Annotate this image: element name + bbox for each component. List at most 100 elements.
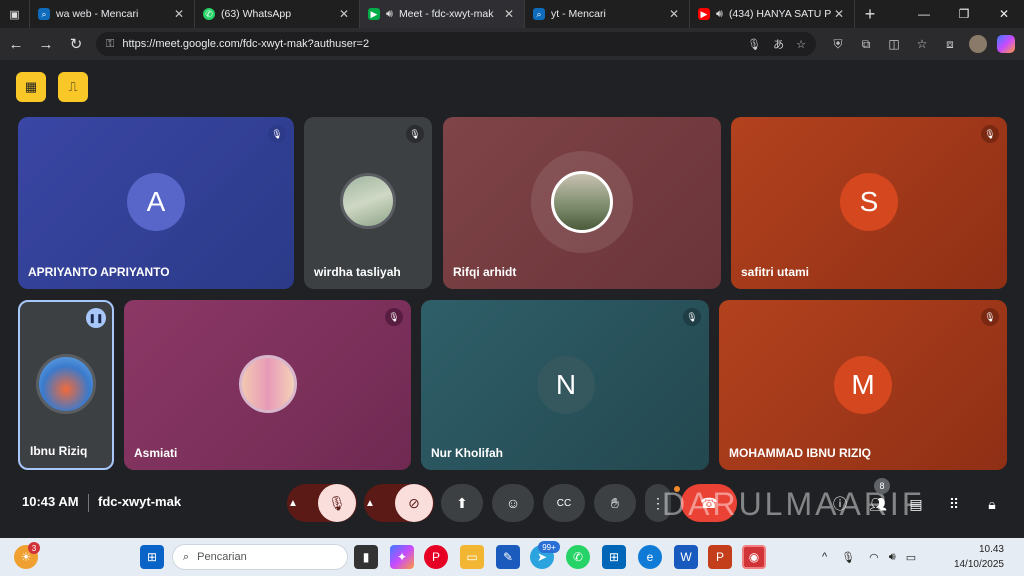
participant-tile[interactable]: 🎙︎ wirdha tasliyah [304,117,432,289]
participant-name: Nur Kholifah [431,446,503,460]
url-text[interactable]: https://meet.google.com/fdc-xwyt-mak?aut… [122,38,735,50]
camera-off-indicator-button[interactable]: ▦ [16,72,46,102]
microsoft-store-icon[interactable]: ⊞ [602,545,626,569]
chevron-up-icon: ▲ [288,497,298,509]
recorder-app-icon[interactable]: ◉ [742,545,766,569]
participant-tile[interactable]: 🎙︎ N Nur Kholifah [421,300,709,470]
profile-avatar[interactable] [964,32,992,56]
app-icon[interactable]: ✎ [496,545,520,569]
close-icon[interactable]: ✕ [337,7,351,21]
tab-wa-web[interactable]: ⌕ wa web - Mencari ✕ [30,0,195,28]
participant-tile-self[interactable]: ❚❚ Ibnu Riziq [18,300,114,470]
participant-name: MOHAMMAD IBNU RIZIQ [729,446,871,460]
participant-tile[interactable]: 🎙︎ S safitri utami [731,117,1007,289]
camera-off-icon[interactable]: ⊘ [395,484,433,522]
participant-tile[interactable]: 🎙︎ A APRIYANTO APRIYANTO [18,117,294,289]
avatar: M [834,356,892,414]
divider [88,494,89,512]
captions-button[interactable]: CC [543,484,585,522]
wifi-icon[interactable]: ◠ [869,551,879,564]
new-tab-button[interactable]: + [855,0,885,28]
minimize-button[interactable]: — [904,0,944,28]
search-icon: ⌕ [183,550,190,563]
powerpoint-icon[interactable]: P [708,545,732,569]
tab-actions-button[interactable]: ▣ [0,0,30,28]
people-button[interactable]: 👥︎ [864,490,892,518]
activities-button[interactable]: ⠿ [940,490,968,518]
mic-off-icon[interactable]: 🎙︎ [318,484,356,522]
taskbar-clock[interactable]: 10.43 14/10/2025 [954,542,1004,572]
chat-button[interactable]: ▤ [902,490,930,518]
edge-icon[interactable]: e [638,545,662,569]
close-icon[interactable]: ✕ [667,7,681,21]
clock-date: 14/10/2025 [953,559,1004,570]
shield-icon[interactable]: ⛨ [824,32,852,56]
restore-button[interactable]: ❐ [944,0,984,28]
extensions-bar: ⛨ ⧉ ◫ ☆ ⧈ [824,32,1020,56]
word-icon[interactable]: W [674,545,698,569]
copilot-taskbar-icon[interactable]: ✦ [390,545,414,569]
meet-icon: ▶ [368,8,380,20]
participant-name: APRIYANTO APRIYANTO [28,265,170,279]
copilot-icon[interactable] [992,32,1020,56]
speaker-icon[interactable]: 🔊︎ [716,8,723,21]
address-bar-row: ← → ↻ ⚿ https://meet.google.com/fdc-xwyt… [0,28,1024,60]
address-bar[interactable]: ⚿ https://meet.google.com/fdc-xwyt-mak?a… [96,32,816,56]
microphone-icon[interactable]: 🎙︎ [841,551,855,564]
split-screen-icon[interactable]: ◫ [880,32,908,56]
windows-taskbar: ☀ 3 ⊞ ⌕ Pencarian ▮ ✦ P ▭ ✎ ➤ 99+ ✆ ⊞ e … [0,538,1024,576]
participant-tile[interactable]: 🎙︎ M MOHAMMAD IBNU RIZIQ [719,300,1007,470]
window-controls: — ❐ ✕ [904,0,1024,28]
taskbar-search[interactable]: ⌕ Pencarian [172,544,348,570]
tab-yt-search[interactable]: ⌕ yt - Mencari ✕ [525,0,690,28]
translate-icon[interactable]: あ [773,36,784,52]
video-options-button[interactable]: ▲ ⊘ [364,484,434,522]
back-button[interactable]: ← [2,30,30,58]
collections-icon[interactable]: ⧈ [936,32,964,56]
notification-badge: 3 [28,542,40,554]
audio-options-button[interactable]: ▲ 🎙︎ [287,484,357,522]
system-tray: ^ 🎙︎ ◠ 🔊︎ ▭ [822,538,916,576]
site-info-icon[interactable]: ⚿ [106,38,114,51]
participant-name: Asmiati [134,446,178,460]
close-window-button[interactable]: ✕ [984,0,1024,28]
people-count-badge: 8 [874,478,890,494]
people-icon: 👥︎ [869,495,887,512]
present-icon: ⬆ [456,494,468,511]
forward-button[interactable]: → [32,30,60,58]
task-view-icon[interactable]: ▮ [354,545,378,569]
raise-hand-button[interactable]: ✋︎ [594,484,636,522]
present-screen-button[interactable]: ⬆ [441,484,483,522]
close-icon[interactable]: ✕ [172,7,186,21]
volume-icon[interactable]: 🔊︎ [889,551,896,564]
browser-tab-strip: ▣ ⌕ wa web - Mencari ✕ ✆ (63) WhatsApp ✕… [0,0,1024,28]
leave-room-indicator-button[interactable]: ⎍ [58,72,88,102]
tab-youtube[interactable]: ▶ 🔊︎ (434) HANYA SATU PE ✕ [690,0,855,28]
close-icon[interactable]: ✕ [832,7,846,21]
tab-whatsapp[interactable]: ✆ (63) WhatsApp ✕ [195,0,360,28]
file-explorer-icon[interactable]: ▭ [460,545,484,569]
meeting-info-button[interactable]: ⓘ [826,490,854,518]
participant-tile[interactable]: Rifqi arhidt [443,117,721,289]
chevron-up-icon: ▲ [365,497,375,509]
participant-tile[interactable]: 🎙︎ Asmiati [124,300,411,470]
chevron-up-icon[interactable]: ^ [822,551,827,563]
meet-stage: ▦ ⎍ 🎙︎ A APRIYANTO APRIYANTO 🎙︎ wirdha t… [0,60,1024,538]
battery-icon[interactable]: ▭ [906,551,916,564]
mic-muted-icon: 🎙︎ [981,308,999,326]
windows-start-icon[interactable]: ⊞ [140,545,164,569]
pinterest-icon[interactable]: P [424,545,448,569]
whatsapp-icon[interactable]: ✆ [566,545,590,569]
favorite-star-icon[interactable]: ☆ [796,38,806,51]
lock-person-icon: 🔒︎ [988,495,996,512]
reactions-button[interactable]: ☺ [492,484,534,522]
microphone-icon[interactable]: 🎙︎ [747,38,761,51]
tab-meet[interactable]: ▶ 🔊︎ Meet - fdc-xwyt-mak ✕ [360,0,525,28]
mic-muted-icon: 🎙︎ [406,125,424,143]
reload-button[interactable]: ↻ [62,30,90,58]
extensions-icon[interactable]: ⧉ [852,32,880,56]
favorites-icon[interactable]: ☆ [908,32,936,56]
close-icon[interactable]: ✕ [502,7,516,21]
host-controls-button[interactable]: 🔒︎ [978,490,1006,518]
speaker-icon[interactable]: 🔊︎ [386,8,393,21]
